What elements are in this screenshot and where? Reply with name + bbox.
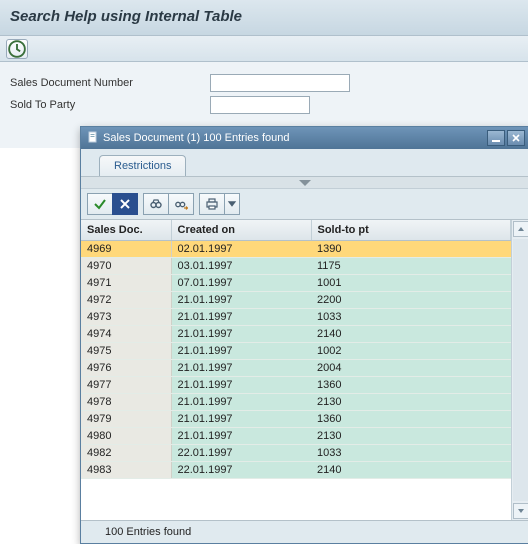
cell-created-on: 21.01.1997 (171, 309, 311, 326)
table-row[interactable]: 497321.01.19971033 (81, 309, 511, 326)
printer-icon (205, 197, 219, 211)
dialog-close-button[interactable] (507, 130, 525, 146)
scroll-up-button[interactable] (513, 221, 528, 237)
table-row[interactable]: 497421.01.19972140 (81, 326, 511, 343)
table-row[interactable]: 497521.01.19971002 (81, 343, 511, 360)
accept-button[interactable] (87, 193, 113, 215)
binoculars-icon (149, 197, 163, 211)
dialog-minimize-button[interactable] (487, 130, 505, 146)
cell-sales-doc: 4974 (81, 326, 171, 343)
cell-sales-doc: 4976 (81, 360, 171, 377)
chevron-down-icon (225, 197, 239, 211)
cell-created-on: 02.01.1997 (171, 241, 311, 258)
cell-created-on: 21.01.1997 (171, 377, 311, 394)
cell-sold-to: 2200 (311, 292, 511, 309)
cell-sales-doc: 4977 (81, 377, 171, 394)
app-toolbar (0, 36, 528, 62)
x-icon (118, 197, 132, 211)
binoculars-next-icon (174, 197, 188, 211)
cell-sold-to: 1175 (311, 258, 511, 275)
cell-sales-doc: 4982 (81, 445, 171, 462)
print-button[interactable] (199, 193, 225, 215)
soldto-label: Sold To Party (10, 99, 210, 111)
table-row[interactable]: 497921.01.19971360 (81, 411, 511, 428)
cell-sales-doc: 4971 (81, 275, 171, 292)
cell-sold-to: 1360 (311, 411, 511, 428)
cell-created-on: 21.01.1997 (171, 394, 311, 411)
cell-created-on: 03.01.1997 (171, 258, 311, 275)
collapse-separator[interactable] (81, 177, 528, 189)
cell-created-on: 21.01.1997 (171, 292, 311, 309)
find-button[interactable] (143, 193, 169, 215)
table-row[interactable]: 498222.01.19971033 (81, 445, 511, 462)
table-row[interactable]: 497821.01.19972130 (81, 394, 511, 411)
cell-sales-doc: 4983 (81, 462, 171, 479)
cell-sold-to: 1390 (311, 241, 511, 258)
cell-sold-to: 2140 (311, 326, 511, 343)
cell-created-on: 21.01.1997 (171, 411, 311, 428)
page-title: Search Help using Internal Table (0, 0, 528, 36)
scroll-down-button[interactable] (513, 503, 528, 519)
table-row[interactable]: 496902.01.19971390 (81, 241, 511, 258)
cell-created-on: 07.01.1997 (171, 275, 311, 292)
cell-sales-doc: 4975 (81, 343, 171, 360)
soldto-input[interactable] (210, 96, 310, 114)
execute-button[interactable] (6, 39, 28, 59)
cell-sold-to: 1033 (311, 309, 511, 326)
cell-sales-doc: 4980 (81, 428, 171, 445)
cancel-button[interactable] (112, 193, 138, 215)
cell-sold-to: 1002 (311, 343, 511, 360)
dialog-title-text: Sales Document (1) 100 Entries found (103, 132, 290, 144)
results-table: Sales Doc. Created on Sold-to pt 496902.… (81, 220, 511, 479)
table-row[interactable]: 498322.01.19972140 (81, 462, 511, 479)
docnum-input[interactable] (210, 74, 350, 92)
cell-sales-doc: 4972 (81, 292, 171, 309)
cell-sales-doc: 4970 (81, 258, 171, 275)
vertical-scrollbar[interactable] (511, 220, 528, 520)
col-created-on[interactable]: Created on (171, 220, 311, 241)
clock-icon (7, 39, 27, 59)
table-row[interactable]: 497003.01.19971175 (81, 258, 511, 275)
cell-sales-doc: 4978 (81, 394, 171, 411)
cell-sold-to: 1033 (311, 445, 511, 462)
print-menu-button[interactable] (224, 193, 240, 215)
search-help-dialog: Sales Document (1) 100 Entries found Res… (80, 126, 528, 544)
cell-sales-doc: 4973 (81, 309, 171, 326)
cell-created-on: 21.01.1997 (171, 343, 311, 360)
table-row[interactable]: 497621.01.19972004 (81, 360, 511, 377)
table-row[interactable]: 497221.01.19972200 (81, 292, 511, 309)
table-row[interactable]: 498021.01.19972130 (81, 428, 511, 445)
cell-sold-to: 2130 (311, 394, 511, 411)
dialog-titlebar: Sales Document (1) 100 Entries found (81, 127, 528, 149)
dialog-statusbar: 100 Entries found (81, 521, 528, 543)
table-row[interactable]: 497107.01.19971001 (81, 275, 511, 292)
cell-sold-to: 2004 (311, 360, 511, 377)
cell-created-on: 21.01.1997 (171, 360, 311, 377)
cell-created-on: 22.01.1997 (171, 445, 311, 462)
dialog-toolbar (81, 189, 528, 219)
docnum-label: Sales Document Number (10, 77, 210, 89)
cell-sold-to: 1001 (311, 275, 511, 292)
cell-sales-doc: 4969 (81, 241, 171, 258)
cell-created-on: 21.01.1997 (171, 428, 311, 445)
table-row[interactable]: 497721.01.19971360 (81, 377, 511, 394)
col-sold-to[interactable]: Sold-to pt (311, 220, 511, 241)
cell-sold-to: 2130 (311, 428, 511, 445)
check-icon (93, 197, 107, 211)
tab-restrictions[interactable]: Restrictions (99, 155, 186, 176)
cell-sales-doc: 4979 (81, 411, 171, 428)
dialog-doc-icon (87, 131, 99, 146)
cell-created-on: 21.01.1997 (171, 326, 311, 343)
cell-created-on: 22.01.1997 (171, 462, 311, 479)
find-next-button[interactable] (168, 193, 194, 215)
cell-sold-to: 2140 (311, 462, 511, 479)
cell-sold-to: 1360 (311, 377, 511, 394)
col-sales-doc[interactable]: Sales Doc. (81, 220, 171, 241)
